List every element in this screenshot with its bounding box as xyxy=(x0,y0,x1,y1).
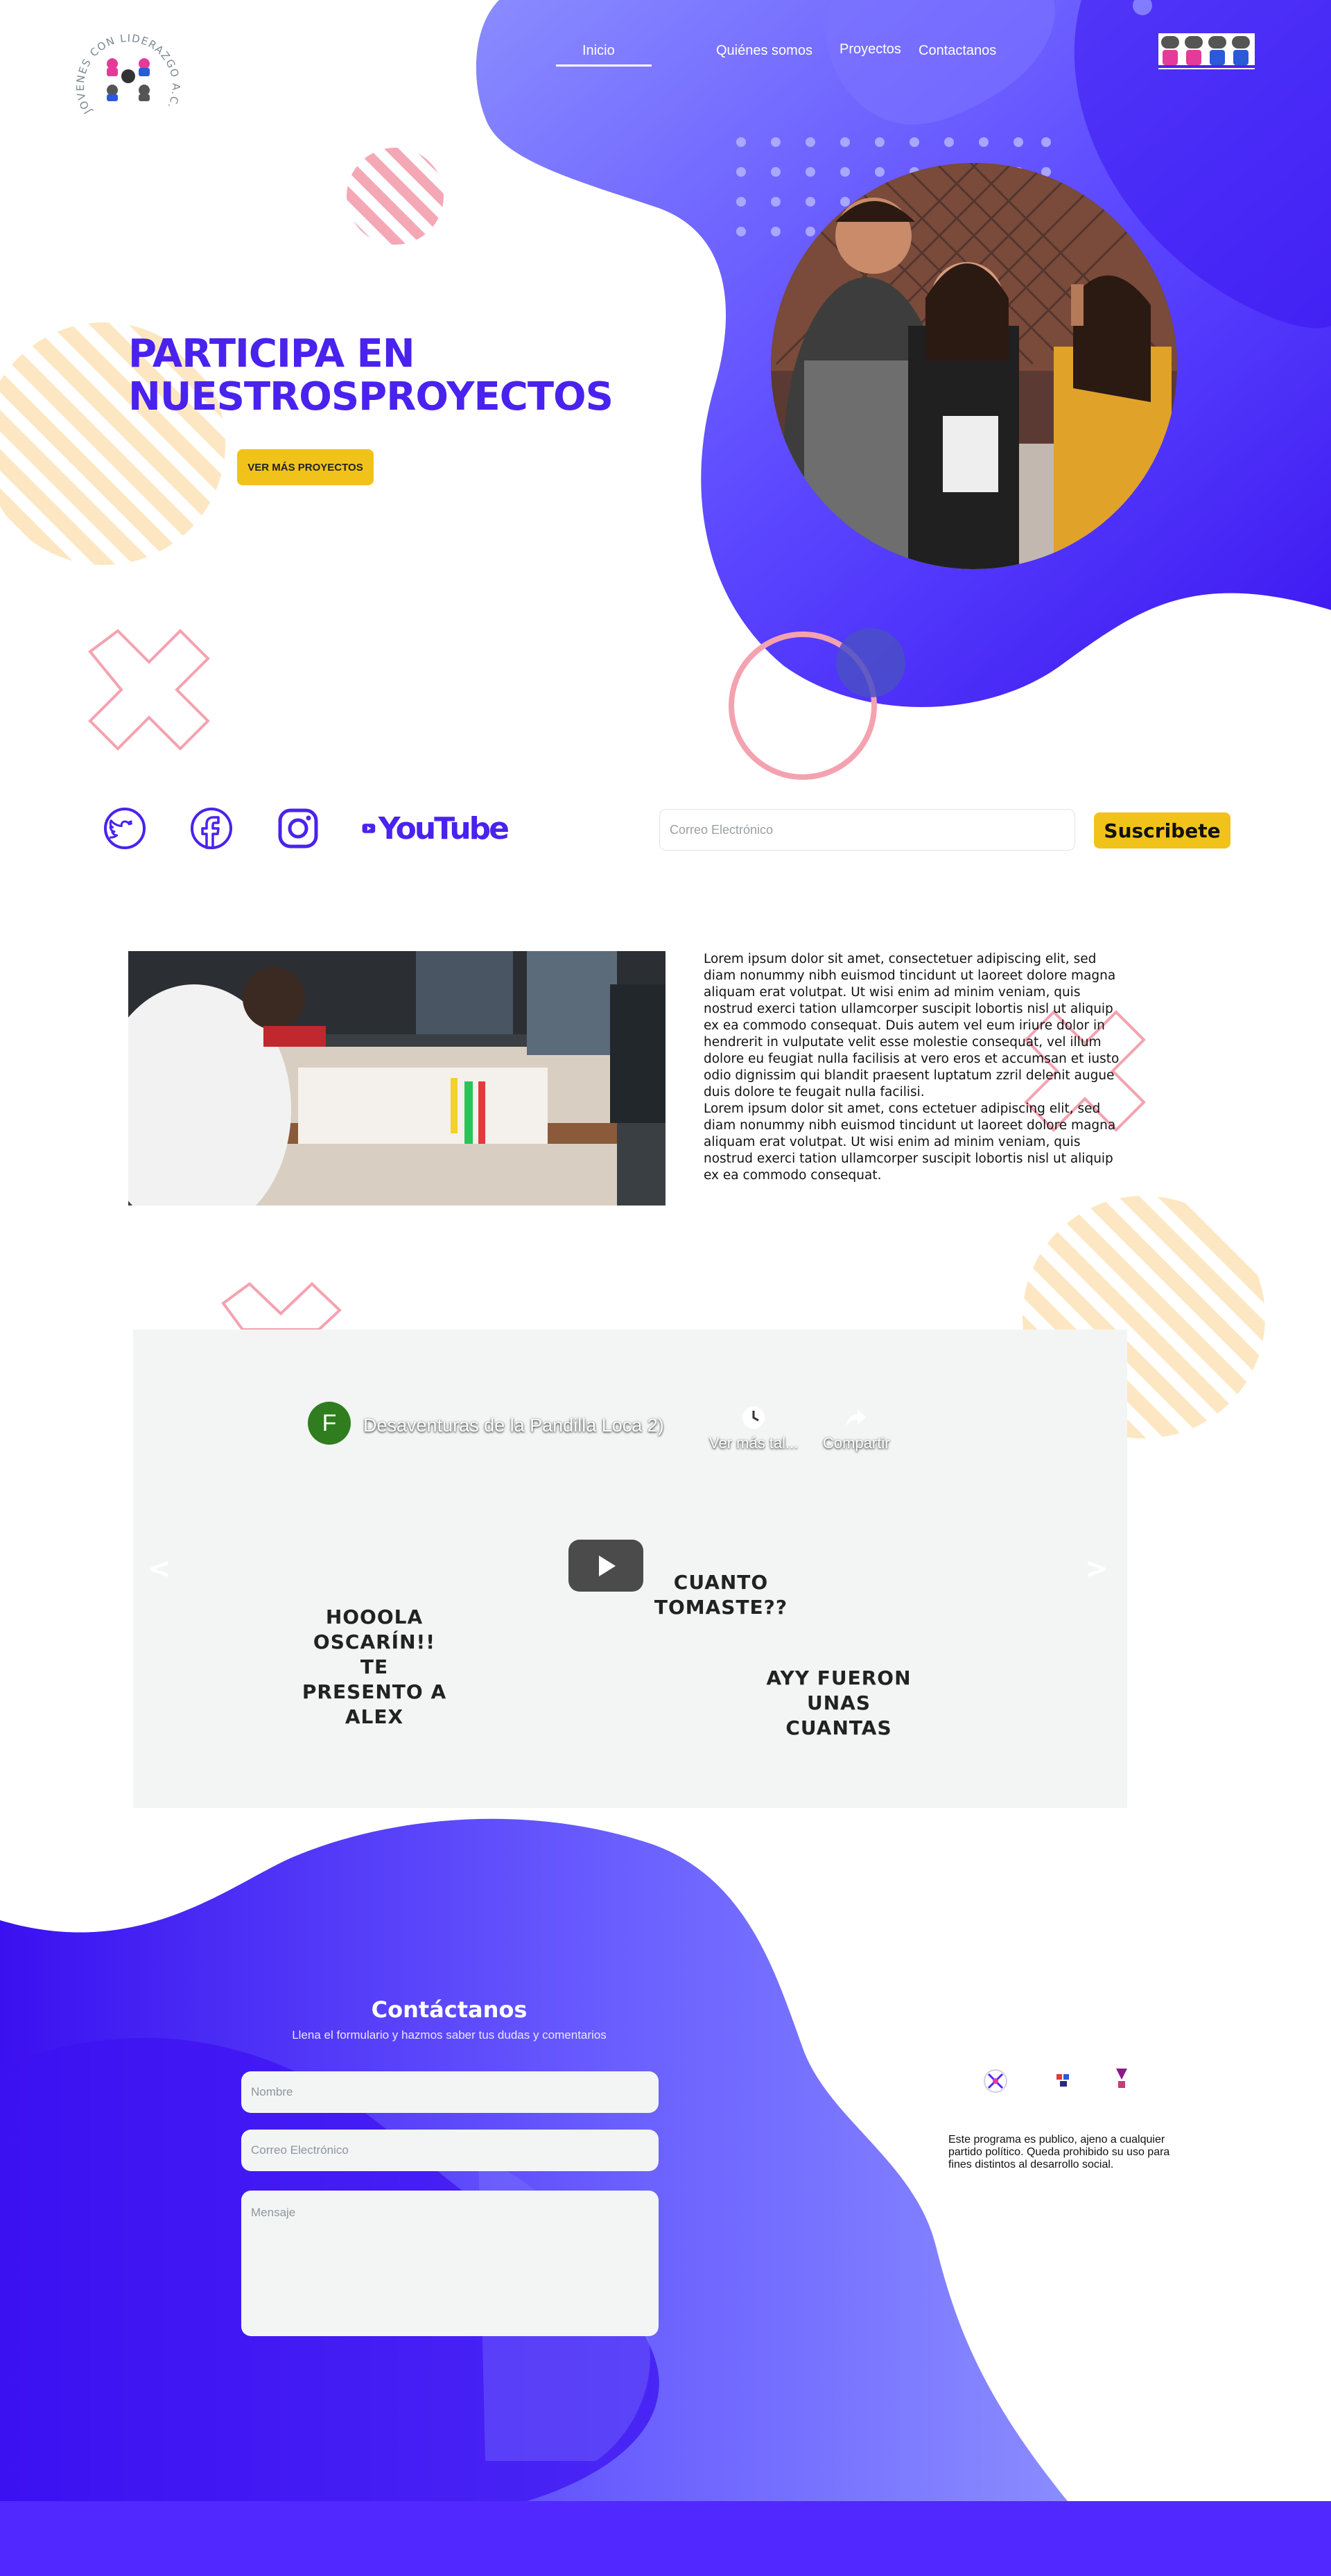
instagram-icon[interactable] xyxy=(274,804,322,853)
comic-bubble-3: AYY FUERON UNAS CUANTAS CERVEZAS xyxy=(766,1666,912,1739)
footer-bar xyxy=(0,2501,1331,2576)
content-photo xyxy=(128,951,666,1206)
carousel-next-button[interactable]: > xyxy=(1085,1553,1108,1585)
footer-disclaimer: Este programa es publico, ajeno a cualqu… xyxy=(948,2134,1170,2170)
nav-inicio[interactable]: Inicio xyxy=(582,43,615,59)
svg-text:JOVENES CON LIDERAZGO A.C. FOR: JOVENES CON LIDERAZGO A.C. FORO xyxy=(76,21,180,116)
youtube-wordmark: YouTube xyxy=(378,810,510,846)
share-label: Compartir xyxy=(823,1434,890,1452)
brand-logo[interactable]: JOVENES CON LIDERAZGO A.C. FORO xyxy=(76,21,180,139)
play-icon xyxy=(599,1555,616,1576)
subscribe-email-input[interactable] xyxy=(659,809,1075,851)
hero-title: PARTICIPA EN NUESTROSPROYECTOS xyxy=(128,333,655,419)
contact-subtitle: Llena el formulario y hazmos saber tus d… xyxy=(292,2028,607,2042)
message-field[interactable] xyxy=(241,2191,659,2336)
channel-avatar[interactable]: F xyxy=(308,1402,351,1445)
content-text: Lorem ipsum dolor sit amet, consectetuer… xyxy=(704,951,1120,1184)
share-button[interactable]: Compartir xyxy=(823,1405,890,1452)
logo-text: JOVENES CON LIDERAZGO A.C. FORO xyxy=(76,21,180,116)
partner-logos xyxy=(984,2069,1127,2093)
email-field[interactable] xyxy=(241,2130,659,2171)
share-icon xyxy=(846,1409,867,1426)
see-more-projects-button[interactable]: VER MÁS PROYECTOS xyxy=(237,449,374,485)
twitter-icon[interactable] xyxy=(101,804,149,853)
nav-quienes-somos[interactable]: Quiénes somos xyxy=(716,43,812,59)
facebook-icon[interactable] xyxy=(187,804,236,853)
name-field[interactable] xyxy=(241,2071,659,2113)
logo-text-ring: JOVENES CON LIDERAZGO A.C. FORO xyxy=(76,21,180,116)
comic-bubble-2: CUANTO TOMASTE?? xyxy=(654,1571,788,1619)
youtube-logo[interactable]: YouTube xyxy=(362,804,510,853)
nav-active-underline xyxy=(556,64,652,67)
comic-bubble-1: HOOOLA OSCARÍN!! TE PRESENTO A ALEX xyxy=(302,1605,447,1728)
youtube-play-icon xyxy=(362,824,376,833)
clock-icon xyxy=(742,1407,765,1429)
subscribe-button[interactable]: Suscribete xyxy=(1094,812,1230,848)
people-icon xyxy=(1158,33,1255,69)
content-paragraph-1: Lorem ipsum dolor sit amet, consectetuer… xyxy=(704,952,1120,1099)
hero-title-line2: NUESTROSPROYECTOS xyxy=(128,374,614,419)
embedded-video[interactable]: F Desaventuras de la Pandilla Loca 2) Ve… xyxy=(295,1390,917,1740)
play-button[interactable] xyxy=(568,1540,643,1592)
watch-later-label: Ver más tal... xyxy=(709,1434,799,1452)
carousel-prev-button[interactable]: < xyxy=(148,1553,171,1585)
watch-later-button[interactable]: Ver más tal... xyxy=(709,1405,798,1452)
nav-proyectos[interactable]: Proyectos xyxy=(840,42,901,58)
video-title[interactable]: Desaventuras de la Pandilla Loca 2) xyxy=(363,1415,664,1436)
nav-contactanos[interactable]: Contactanos xyxy=(919,43,996,59)
contact-title: Contáctanos xyxy=(371,1996,528,2023)
content-paragraph-2: Lorem ipsum dolor sit amet, cons ectetue… xyxy=(704,1102,1116,1183)
hero-title-line1: PARTICIPA EN xyxy=(128,331,415,376)
